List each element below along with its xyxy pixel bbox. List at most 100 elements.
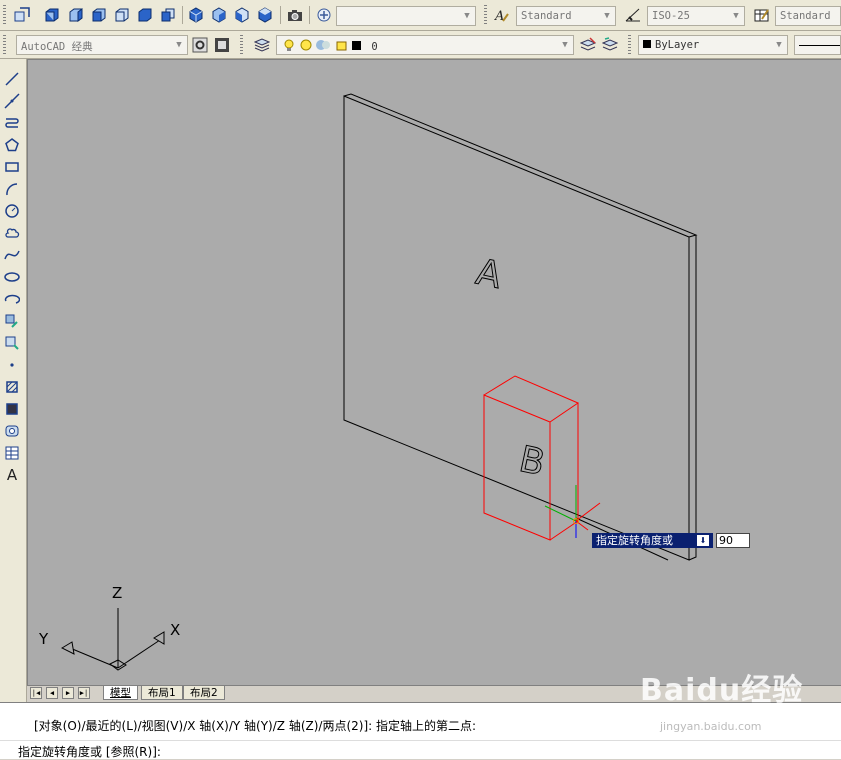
layer-previous-icon[interactable] bbox=[600, 35, 620, 55]
svg-text:A: A bbox=[494, 9, 504, 23]
toolbar-grip[interactable] bbox=[628, 35, 631, 55]
layer-properties-icon[interactable] bbox=[252, 35, 272, 55]
workspace-value: AutoCAD 经典 bbox=[21, 41, 93, 53]
sw-iso-icon[interactable] bbox=[186, 5, 206, 25]
linetype-dropdown[interactable] bbox=[794, 35, 841, 55]
color-swatch bbox=[643, 40, 651, 48]
multiline-text-icon[interactable]: A bbox=[2, 465, 22, 485]
ellipse-icon[interactable] bbox=[2, 267, 22, 287]
gradient-icon[interactable] bbox=[2, 399, 22, 419]
dimension-style-dropdown[interactable]: ISO-25 ▼ bbox=[647, 6, 745, 26]
table-style-dropdown[interactable]: Standard bbox=[775, 6, 841, 26]
label-b: B bbox=[516, 439, 549, 484]
label-a: A bbox=[473, 252, 506, 297]
dimension-style-icon[interactable] bbox=[623, 5, 643, 25]
nw-iso-icon[interactable] bbox=[255, 5, 275, 25]
tab-layout1[interactable]: 布局1 bbox=[141, 686, 183, 700]
color-value: ByLayer bbox=[655, 39, 700, 51]
top-view-icon[interactable] bbox=[42, 5, 62, 25]
insert-block-icon[interactable] bbox=[2, 311, 22, 331]
named-ucs-icon[interactable] bbox=[12, 5, 32, 25]
prev-tab-icon[interactable]: ◀ bbox=[46, 687, 58, 699]
command-history-line: [对象(O)/最近的(L)/视图(V)/X 轴(X)/Y 轴(Y)/Z 轴(Z)… bbox=[34, 719, 477, 733]
chevron-down-icon: ▼ bbox=[776, 40, 782, 50]
ne-iso-icon[interactable] bbox=[232, 5, 252, 25]
make-block-icon[interactable] bbox=[2, 333, 22, 353]
text-style-value: Standard bbox=[521, 10, 572, 22]
ellipse-arc-icon[interactable] bbox=[2, 289, 22, 309]
table-icon[interactable] bbox=[2, 443, 22, 463]
right-view-icon[interactable] bbox=[112, 5, 132, 25]
toolbar-grip[interactable] bbox=[240, 35, 243, 55]
ucs-z-label: Z bbox=[112, 584, 122, 602]
toolbar-grip[interactable] bbox=[484, 5, 487, 25]
table-style-value: Standard bbox=[780, 10, 831, 22]
model-space-canvas[interactable]: A B Z Y X bbox=[27, 59, 841, 686]
polyline-icon[interactable] bbox=[2, 113, 22, 133]
chevron-down-icon: ▼ bbox=[464, 11, 470, 21]
workspace-save-icon[interactable] bbox=[212, 35, 232, 55]
view-manager-icon[interactable] bbox=[314, 5, 334, 25]
camera-icon[interactable] bbox=[285, 5, 305, 25]
workspace-dropdown[interactable]: AutoCAD 经典 ▼ bbox=[16, 35, 188, 55]
last-tab-icon[interactable]: ▶| bbox=[78, 687, 90, 699]
tab-layout2[interactable]: 布局2 bbox=[183, 686, 225, 700]
baidu-watermark-logo: Baidu经验 bbox=[640, 673, 804, 708]
chevron-down-icon: ▼ bbox=[562, 40, 568, 50]
toolbar-row-1: ▼ A Standard ▼ ISO-25 ▼ Standard bbox=[0, 0, 841, 31]
separator bbox=[309, 6, 310, 24]
table-style-icon[interactable] bbox=[752, 5, 772, 25]
layer-state-icons bbox=[281, 39, 363, 54]
solid-a[interactable] bbox=[343, 93, 698, 561]
first-tab-icon[interactable]: |◀ bbox=[30, 687, 42, 699]
text-style-icon[interactable]: A bbox=[492, 5, 512, 25]
dynamic-input-tooltip: 指定旋转角度或 ⬇ 90 bbox=[592, 533, 750, 548]
color-dropdown[interactable]: ByLayer ▼ bbox=[638, 35, 788, 55]
spline-icon[interactable] bbox=[2, 245, 22, 265]
arc-icon[interactable] bbox=[2, 179, 22, 199]
chevron-down-icon: ▼ bbox=[176, 40, 182, 50]
options-arrow-icon[interactable]: ⬇ bbox=[697, 535, 709, 546]
front-view-icon[interactable] bbox=[135, 5, 155, 25]
back-view-icon[interactable] bbox=[158, 5, 178, 25]
dimension-style-value: ISO-25 bbox=[652, 10, 690, 22]
separator bbox=[280, 6, 281, 24]
dynamic-input-prompt: 指定旋转角度或 ⬇ bbox=[592, 533, 713, 548]
baidu-watermark-url: jingyan.baidu.com bbox=[660, 720, 762, 733]
rectangle-icon[interactable] bbox=[2, 157, 22, 177]
dynamic-input-prompt-text: 指定旋转角度或 bbox=[596, 534, 673, 547]
chevron-down-icon: ▼ bbox=[604, 11, 610, 21]
revision-cloud-icon[interactable] bbox=[2, 223, 22, 243]
hatch-icon[interactable] bbox=[2, 377, 22, 397]
layer-dropdown[interactable]: 0 ▼ bbox=[276, 35, 574, 55]
rotation-angle-input[interactable]: 90 bbox=[716, 533, 750, 548]
line-icon[interactable] bbox=[2, 69, 22, 89]
toolbar-grip[interactable] bbox=[3, 5, 6, 25]
polygon-icon[interactable] bbox=[2, 135, 22, 155]
next-tab-icon[interactable]: ▶ bbox=[62, 687, 74, 699]
ucs-y-label: Y bbox=[38, 630, 49, 648]
command-prompt-line[interactable]: 指定旋转角度或 [参照(R)]: bbox=[18, 743, 161, 760]
make-object-layer-current-icon[interactable] bbox=[578, 35, 598, 55]
region-icon[interactable] bbox=[2, 421, 22, 441]
point-icon[interactable] bbox=[2, 355, 22, 375]
toolbar-row-2: AutoCAD 经典 ▼ 0 ▼ ByLayer ▼ bbox=[0, 31, 841, 59]
separator bbox=[182, 6, 183, 24]
se-iso-icon[interactable] bbox=[209, 5, 229, 25]
ucs-x-label: X bbox=[170, 621, 180, 639]
left-view-icon[interactable] bbox=[89, 5, 109, 25]
draw-toolbar: A bbox=[0, 59, 27, 702]
toolbar-grip[interactable] bbox=[3, 35, 6, 55]
view-dropdown[interactable]: ▼ bbox=[336, 6, 476, 26]
tab-model[interactable]: 模型 bbox=[103, 686, 138, 700]
command-divider bbox=[0, 740, 841, 741]
circle-icon[interactable] bbox=[2, 201, 22, 221]
chevron-down-icon: ▼ bbox=[733, 11, 739, 21]
layer-name-value: 0 bbox=[371, 40, 378, 53]
text-style-dropdown[interactable]: Standard ▼ bbox=[516, 6, 616, 26]
crosshair-cursor-icon bbox=[544, 485, 601, 538]
linetype-preview bbox=[799, 44, 840, 46]
construction-line-icon[interactable] bbox=[2, 91, 22, 111]
workspace-settings-icon[interactable] bbox=[190, 35, 210, 55]
bottom-view-icon[interactable] bbox=[66, 5, 86, 25]
